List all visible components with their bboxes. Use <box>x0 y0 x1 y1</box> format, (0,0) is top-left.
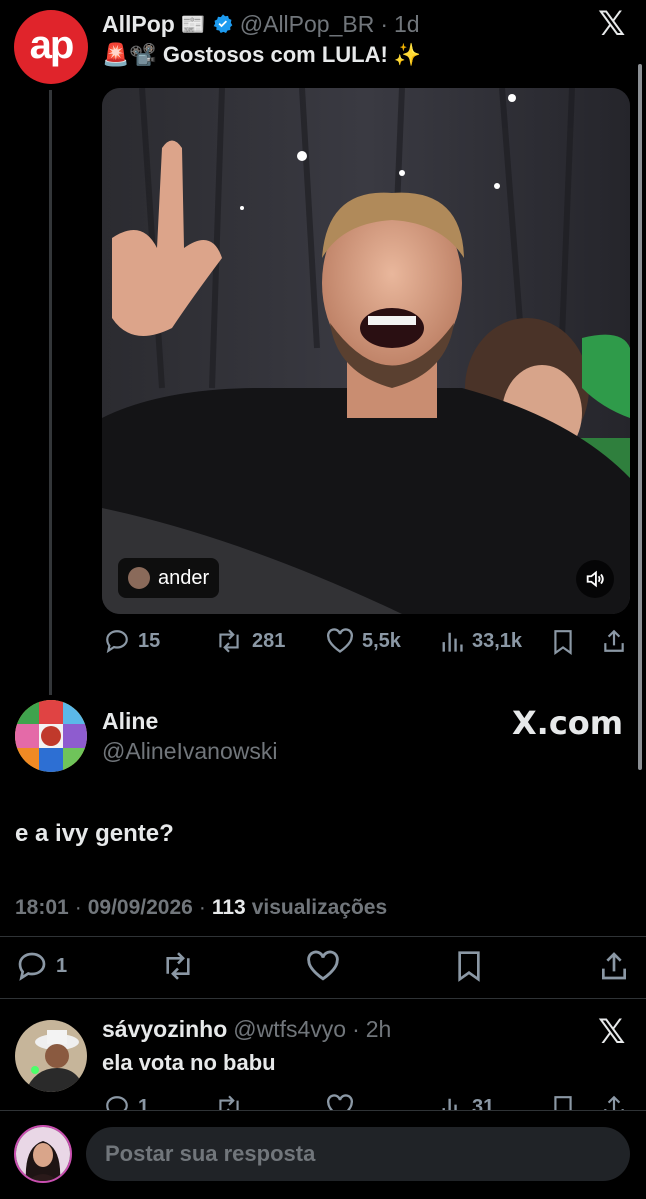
divider <box>0 998 646 999</box>
views-count: 113 <box>211 896 246 919</box>
like-icon <box>326 628 354 654</box>
author-name[interactable]: AllPop <box>102 11 175 38</box>
user-avatar[interactable] <box>14 1125 72 1183</box>
dot-separator: · <box>74 896 82 919</box>
newspaper-emoji: 📰 <box>180 13 206 36</box>
reply-stat[interactable]: 15 <box>104 628 160 654</box>
reply-header: sávyozinho @wtfs4vyo · 2h <box>102 1016 391 1043</box>
repost-count: 281 <box>252 629 286 652</box>
share-icon[interactable] <box>601 628 627 654</box>
reply-composer: Postar sua resposta <box>0 1110 646 1199</box>
reply-input[interactable]: Postar sua resposta <box>86 1127 630 1181</box>
x-logo-icon[interactable]: 𝕏 <box>598 4 625 44</box>
reply-count: 15 <box>138 629 161 652</box>
main-tweet: Aline @AlineIvanowski X.com e a ivy gent… <box>0 690 646 1000</box>
media-user-tag[interactable]: ander <box>118 558 220 598</box>
tweet-text: e a ivy gente? <box>15 820 174 847</box>
author-handle[interactable]: @wtfs4vyo <box>233 1016 346 1043</box>
reply-avatar[interactable] <box>15 1020 87 1092</box>
tweet-header: AllPop 📰 @AllPop_BR · 1d <box>102 8 420 40</box>
aline-avatar[interactable] <box>15 700 87 772</box>
tweet-date[interactable]: 09/09/2026 <box>88 896 193 920</box>
author-handle[interactable]: @AlineIvanowski <box>102 738 277 765</box>
tweet-time[interactable]: 2h <box>366 1016 392 1043</box>
repost-stat[interactable]: 281 <box>214 628 285 654</box>
bookmark-icon[interactable] <box>551 629 575 655</box>
tag-username: ander <box>158 566 210 589</box>
tweet-text: 🚨📽️ Gostosos com LULA! ✨ <box>102 42 422 67</box>
views-count: 33,1k <box>472 629 523 652</box>
bookmark-icon[interactable] <box>455 950 483 982</box>
author-name[interactable]: sávyozinho <box>102 1016 227 1043</box>
tweet-text: ela vota no babu <box>102 1050 276 1075</box>
repost-icon[interactable] <box>160 950 196 982</box>
tweet-time[interactable]: 18:01 <box>15 896 69 920</box>
author-handle[interactable]: @AllPop_BR <box>240 11 375 38</box>
repost-icon <box>214 628 244 654</box>
reply-count: 1 <box>56 954 68 977</box>
tweet-video[interactable]: ander <box>102 88 630 614</box>
reply-icon <box>16 950 48 982</box>
avatar-logo-text: ap <box>29 22 75 67</box>
like-count: 5,5k <box>362 629 401 652</box>
scrollbar[interactable] <box>638 64 642 770</box>
dot-separator: · <box>380 10 388 37</box>
views-stat[interactable]: 33,1k <box>440 628 522 654</box>
tag-avatar-icon <box>128 567 150 589</box>
speaker-icon[interactable] <box>576 560 614 598</box>
author-name[interactable]: Aline <box>102 708 158 735</box>
allpop-avatar[interactable]: ap <box>14 10 88 84</box>
reply-tweet[interactable]: sávyozinho @wtfs4vyo · 2h 𝕏 ela vota no … <box>0 1000 646 1112</box>
views-icon <box>440 628 464 654</box>
share-icon[interactable] <box>598 950 630 982</box>
dot-separator: · <box>352 1016 360 1042</box>
dot-separator: · <box>198 896 206 919</box>
thread-line <box>49 90 52 695</box>
tweet-time[interactable]: 1d <box>394 11 420 38</box>
verified-badge-icon <box>212 13 234 35</box>
tweet-meta: 18:01 · 09/09/2026 · 113 visualizações <box>15 896 387 920</box>
x-logo-icon[interactable]: 𝕏 <box>598 1012 625 1052</box>
like-icon[interactable] <box>306 950 340 982</box>
xcom-watermark: X.com <box>512 704 624 742</box>
views-label: visualizações <box>251 896 388 919</box>
like-stat[interactable]: 5,5k <box>326 628 401 654</box>
reply-stat[interactable]: 1 <box>16 950 67 982</box>
reply-icon <box>104 628 130 654</box>
parent-tweet[interactable]: ap AllPop 📰 @AllPop_BR · 1d 𝕏 🚨📽️ Gostos… <box>0 0 646 695</box>
divider <box>0 936 646 937</box>
reply-input-placeholder: Postar sua resposta <box>105 1141 316 1166</box>
video-frame <box>102 88 630 614</box>
